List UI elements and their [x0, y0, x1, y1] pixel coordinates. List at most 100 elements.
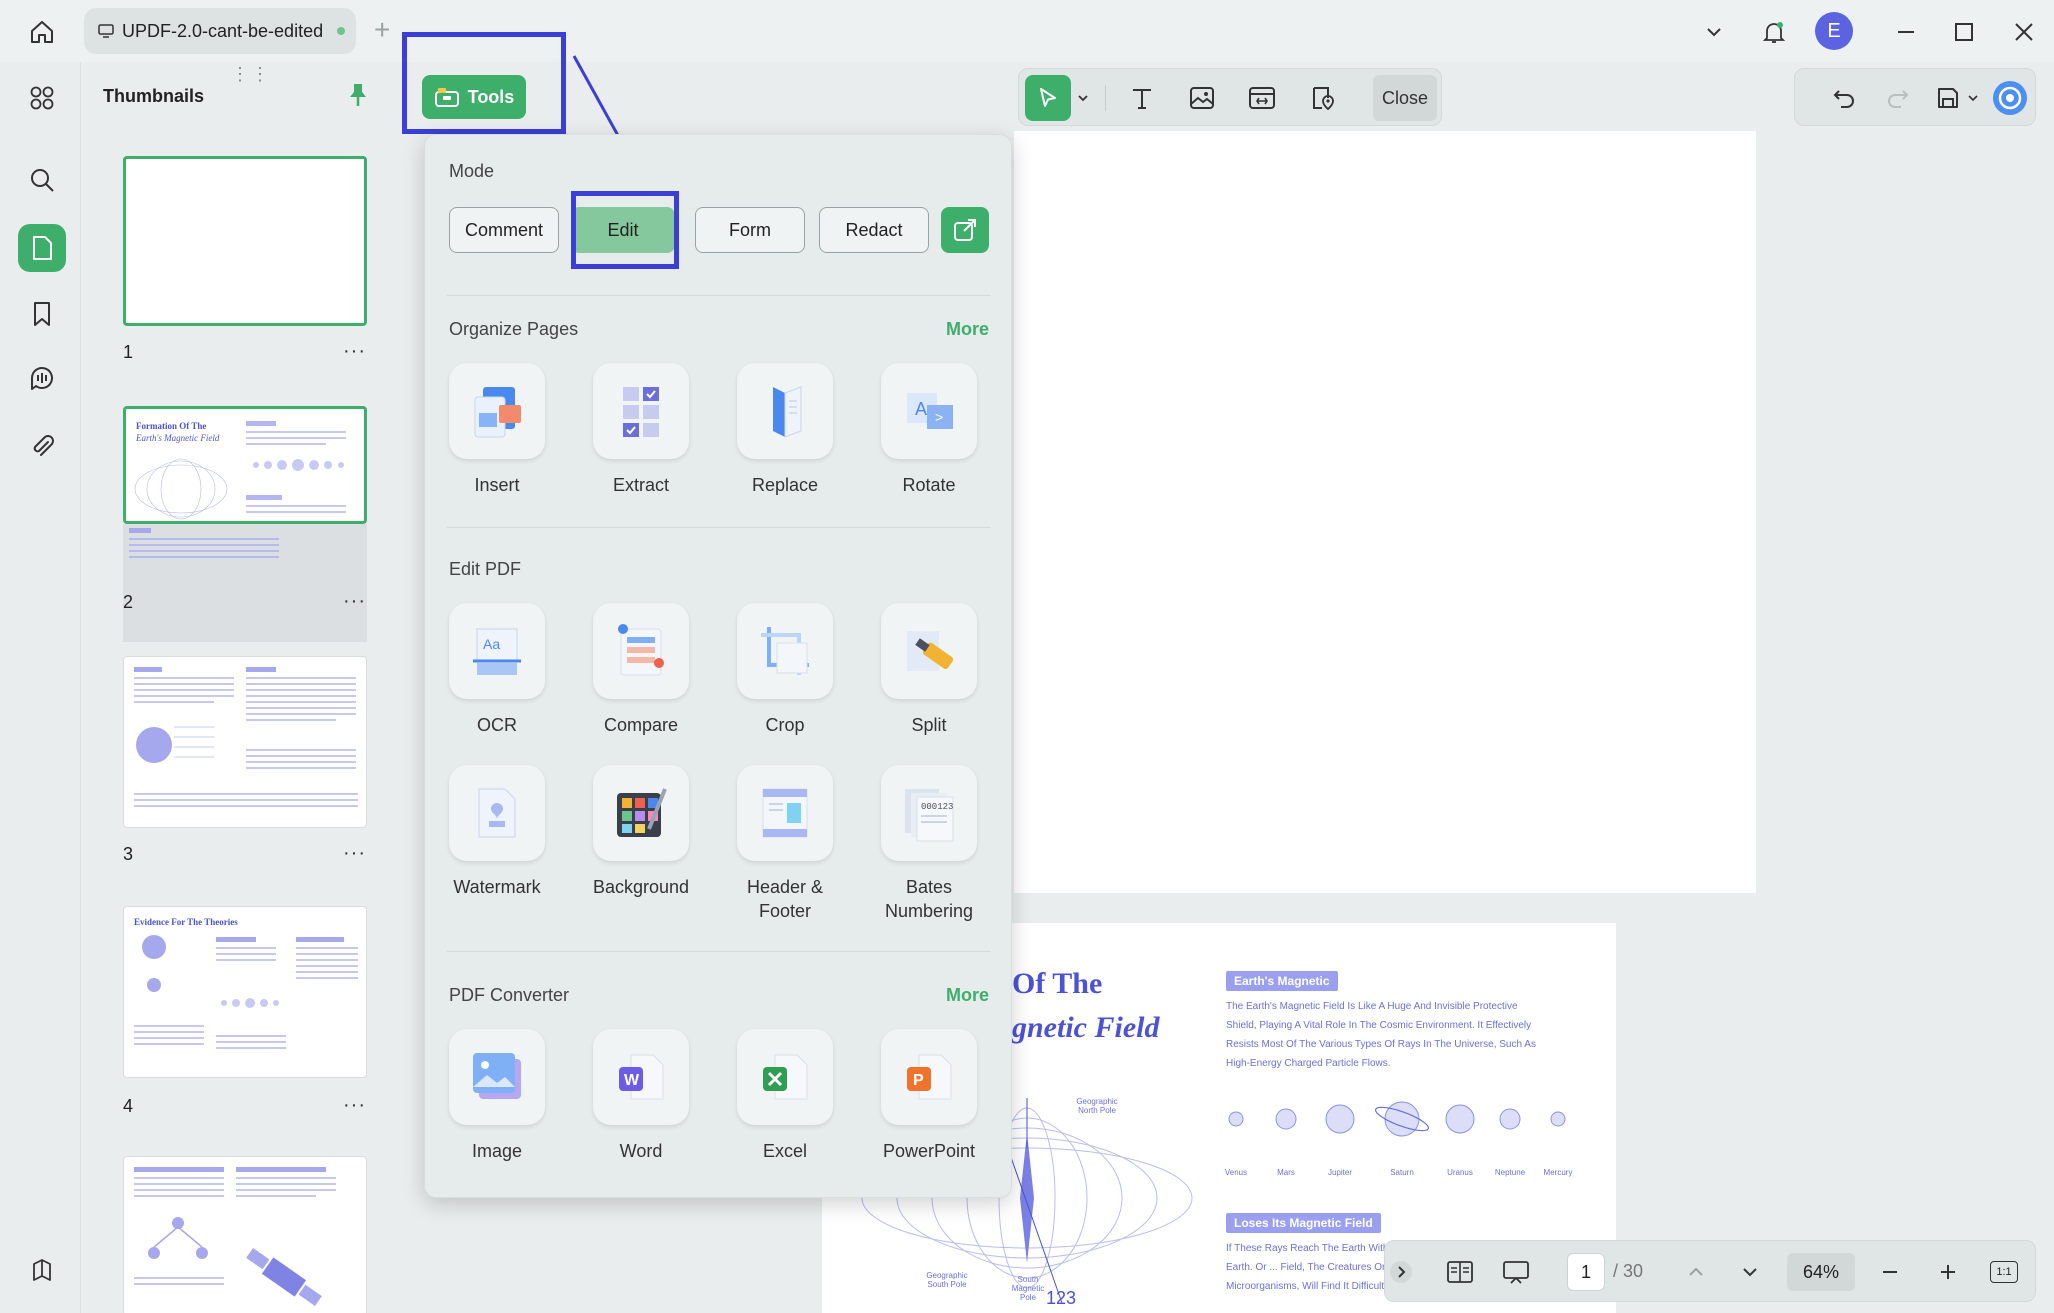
pin-icon[interactable] [347, 82, 369, 113]
close-window-icon[interactable] [2004, 12, 2044, 52]
background-palette-icon [593, 765, 689, 861]
converter-more-link[interactable]: More [946, 985, 989, 1006]
total-pages: / 30 [1613, 1261, 1644, 1281]
organize-more-link[interactable]: More [946, 319, 989, 340]
home-icon[interactable] [22, 14, 62, 50]
bell-icon[interactable] [1754, 12, 1794, 52]
comment-list-icon[interactable] [18, 354, 66, 402]
page-thumbnail[interactable] [123, 1156, 367, 1313]
page-thumbnail[interactable]: Formation Of The Earth's Magnetic Field [123, 406, 367, 524]
actual-size-button[interactable]: 1:1 [1985, 1253, 2023, 1291]
zoom-in-icon[interactable] [1929, 1253, 1967, 1291]
page-thumbnail[interactable] [123, 156, 367, 326]
tool-replace[interactable]: Replace [725, 363, 845, 497]
presentation-icon[interactable] [1497, 1253, 1535, 1291]
apps-grid-icon[interactable] [18, 74, 66, 122]
tool-background[interactable]: Background [581, 765, 701, 899]
planet-label: Saturn [1390, 1168, 1414, 1177]
tool-label: Insert [474, 475, 520, 495]
tool-header-footer[interactable]: Header & Footer [725, 765, 845, 923]
open-external-icon[interactable] [941, 207, 989, 253]
tools-dropdown-panel: Mode Comment Edit Form Redact Organize P… [424, 134, 1012, 1198]
actual-size-label: 1:1 [1990, 1261, 2018, 1283]
tool-label: Excel [762, 1141, 807, 1161]
tool-label: Replace [751, 475, 819, 495]
insert-icon [449, 363, 545, 459]
tool-label: Rotate [902, 475, 956, 495]
chevron-down-icon[interactable] [1963, 75, 1983, 121]
chevron-up-icon[interactable] [1677, 1253, 1715, 1291]
search-icon[interactable] [18, 156, 66, 204]
tool-label: PowerPoint [882, 1141, 976, 1161]
maximize-icon[interactable] [1944, 12, 1984, 52]
tool-word[interactable]: W Word [581, 1029, 701, 1163]
thumbnail-more-icon[interactable]: ··· [343, 1094, 366, 1117]
thumbnail-page-number: 1 [123, 342, 134, 362]
page-thumbnail[interactable]: Evidence For The Theories [123, 906, 367, 1078]
thumbnail-more-icon[interactable]: ··· [343, 842, 366, 865]
planet-label: Venus [1224, 1168, 1248, 1177]
chevron-down-icon[interactable] [1731, 1253, 1769, 1291]
reading-mode-icon[interactable] [1441, 1253, 1479, 1291]
tool-excel[interactable]: Excel [725, 1029, 845, 1163]
tool-image[interactable]: Image [437, 1029, 557, 1163]
document-tab[interactable]: UPDF-2.0-cant-be-edited [84, 8, 356, 54]
bookmark-icon[interactable] [18, 290, 66, 338]
undo-icon[interactable] [1821, 75, 1867, 121]
edit-highlight-box [571, 191, 679, 269]
thumbnail-more-icon[interactable]: ··· [343, 590, 366, 613]
chevron-down-icon[interactable] [1071, 75, 1095, 121]
planet-label: Jupiter [1327, 1168, 1352, 1177]
excel-icon [737, 1029, 833, 1125]
mode-form-button[interactable]: Form [695, 207, 805, 253]
new-tab-plus-icon[interactable]: + [374, 14, 390, 46]
link-tool-icon[interactable] [1239, 75, 1285, 121]
thumbnails-page-icon[interactable] [18, 224, 66, 272]
word-icon: W [593, 1029, 689, 1125]
svg-text:Formation Of The: Formation Of The [136, 421, 206, 431]
tool-extract[interactable]: Extract [581, 363, 701, 497]
zoom-out-icon[interactable] [1871, 1253, 1909, 1291]
layers-icon[interactable] [18, 1246, 66, 1294]
tool-label: Image [471, 1141, 523, 1161]
panel-drag-handle[interactable]: ⋮⋮ [231, 64, 271, 85]
close-edit-button[interactable]: Close [1373, 75, 1437, 121]
current-page-input[interactable]: 1 [1567, 1253, 1605, 1291]
tool-rotate[interactable]: A > Rotate [869, 363, 989, 497]
chevron-down-icon[interactable] [1694, 12, 1734, 52]
avatar[interactable]: E [1815, 12, 1853, 50]
pole-label: Geographic North Pole [1076, 1097, 1118, 1115]
section-title-converter: PDF Converter [449, 985, 570, 1005]
replace-icon [737, 363, 833, 459]
location-pin-icon[interactable] [1299, 75, 1345, 121]
tool-bates-numbering[interactable]: 000123 Bates Numbering [869, 765, 989, 923]
panel-title: Thumbnails [103, 86, 205, 106]
redo-icon[interactable] [1875, 75, 1921, 121]
tool-powerpoint[interactable]: P PowerPoint [869, 1029, 989, 1163]
mode-redact-button[interactable]: Redact [819, 207, 929, 253]
page-number-label: 123 [1046, 1288, 1077, 1308]
page-thumbnail[interactable] [123, 656, 367, 828]
attachment-icon[interactable] [18, 422, 66, 470]
planet-label: Mars [1277, 1168, 1295, 1177]
planet-label: Neptune [1494, 1168, 1526, 1177]
chevron-right-icon[interactable] [1387, 1253, 1415, 1291]
select-cursor-icon[interactable] [1025, 75, 1071, 121]
thumbnail-more-icon[interactable]: ··· [343, 340, 366, 363]
tool-compare[interactable]: Compare [581, 603, 701, 737]
image-tool-icon[interactable] [1179, 75, 1225, 121]
tool-ocr[interactable]: Aa OCR [437, 603, 557, 737]
tool-split[interactable]: Split [869, 603, 989, 737]
minimize-icon[interactable] [1886, 12, 1926, 52]
zoom-level-input[interactable]: 64% [1787, 1253, 1855, 1291]
thumbnail-page-number: 2 [123, 592, 134, 612]
tool-insert[interactable]: Insert [437, 363, 557, 497]
tool-watermark[interactable]: Watermark [437, 765, 557, 899]
text-tool-icon[interactable] [1119, 75, 1165, 121]
tool-crop[interactable]: Crop [725, 603, 845, 737]
mode-comment-button[interactable]: Comment [449, 207, 559, 253]
svg-text:Earth's Magnetic Field: Earth's Magnetic Field [135, 433, 220, 443]
thumbnail-page-number: 3 [123, 844, 134, 864]
pdf-page[interactable] [1014, 131, 1756, 893]
ai-assistant-icon[interactable] [1987, 75, 2033, 121]
